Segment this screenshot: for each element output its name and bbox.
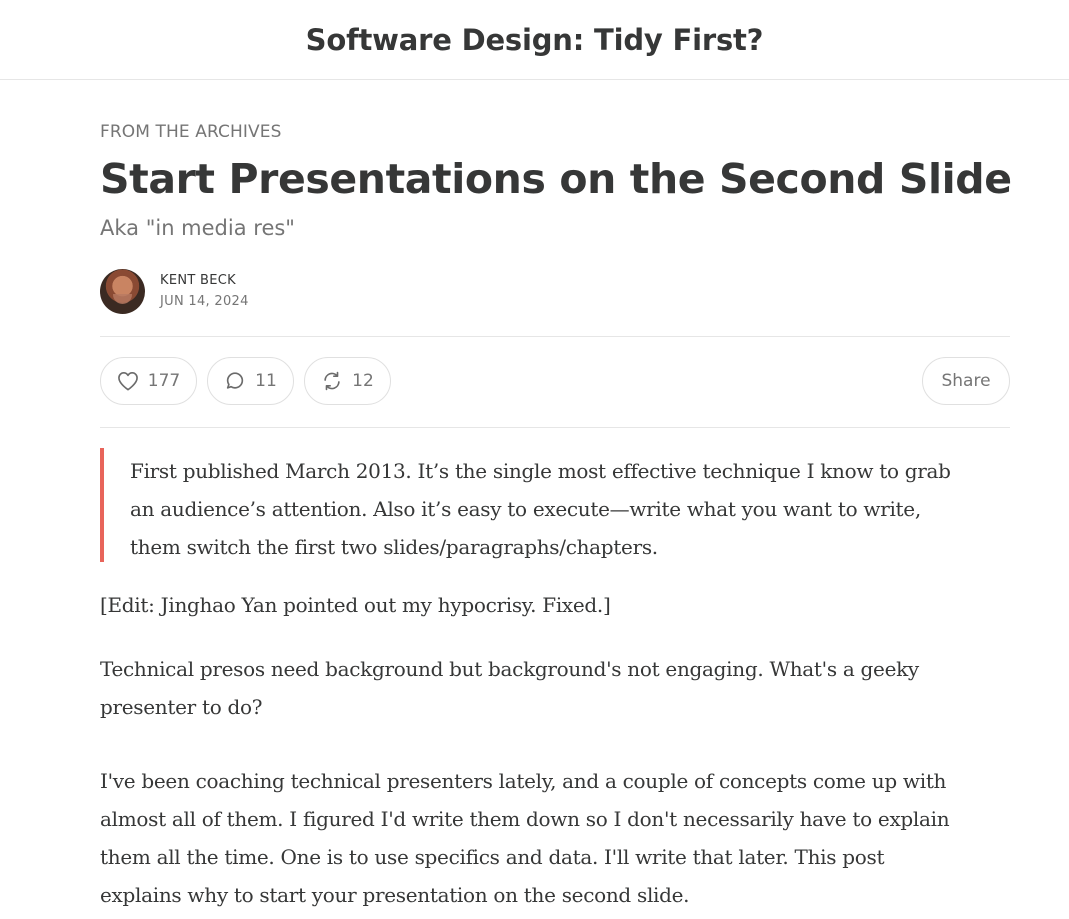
comment-bubble-icon [224,370,246,392]
paragraph-line: explains why to start your presentation … [100,883,690,907]
paragraph: Technical presos need background but bac… [100,650,1010,726]
publication-header: Software Design: Tidy First? [0,0,1069,80]
comment-count: 11 [255,371,277,391]
publication-title[interactable]: Software Design: Tidy First? [306,23,764,57]
paragraph: I've been coaching technical presenters … [100,762,1010,914]
share-button[interactable]: Share [922,357,1010,405]
divider [100,336,1010,337]
blockquote: First published March 2013. It’s the sin… [100,448,1010,562]
quote-line: an audience’s attention. Also it’s easy … [130,497,921,521]
comment-button[interactable]: 11 [207,357,294,405]
post-title: Start Presentations on the Second Slide [100,155,1012,203]
paragraph-line: [Edit: Jinghao Yan pointed out my hypocr… [100,593,611,617]
like-count: 177 [147,371,181,391]
quote-line: them switch the first two slides/paragra… [130,535,658,559]
paragraph-line: Technical presos need background but bac… [100,657,919,681]
post-date: JUN 14, 2024 [160,294,249,309]
byline-text: KENT BECK JUN 14, 2024 [160,273,249,309]
post-actions: 177 11 12 Share [100,357,1010,407]
paragraph-line: them all the time. One is to use specifi… [100,845,885,869]
author-avatar[interactable] [100,268,145,314]
section-kicker: FROM THE ARCHIVES [100,122,282,142]
paragraph-line: almost all of them. I figured I'd write … [100,807,950,831]
divider [100,427,1010,428]
post-subtitle: Aka "in media res" [100,216,295,240]
heart-icon [117,371,139,391]
author-name[interactable]: KENT BECK [160,273,249,288]
paragraph: [Edit: Jinghao Yan pointed out my hypocr… [100,586,1010,624]
byline: KENT BECK JUN 14, 2024 [100,268,249,314]
restack-button[interactable]: 12 [304,357,391,405]
paragraph-line: I've been coaching technical presenters … [100,769,947,793]
like-button[interactable]: 177 [100,357,197,405]
restack-arrows-icon [321,370,343,392]
quote-line: First published March 2013. It’s the sin… [130,459,951,483]
paragraph-line: presenter to do? [100,695,263,719]
restack-count: 12 [352,371,374,391]
